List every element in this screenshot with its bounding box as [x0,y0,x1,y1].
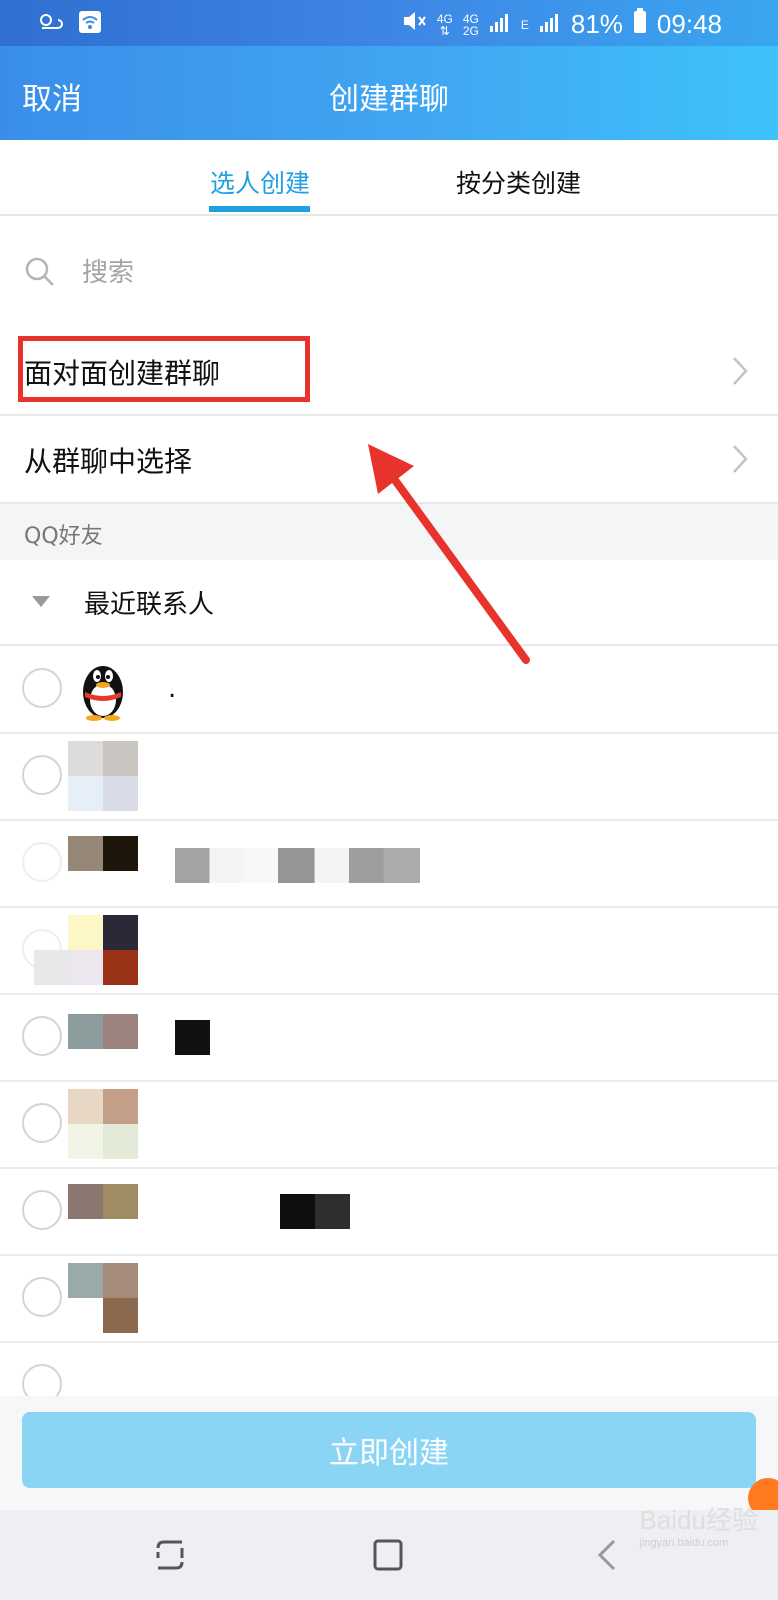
contact-row[interactable] [0,994,778,1082]
select-radio[interactable] [22,668,62,708]
select-radio[interactable] [22,1277,62,1317]
home-icon[interactable] [372,1538,404,1576]
contact-row[interactable] [0,1255,778,1343]
network-4g: 4G ⇅ [436,11,453,38]
avatar [68,1263,138,1333]
page-title: 创建群聊 [329,82,449,117]
select-radio[interactable] [22,755,62,795]
chevron-right-icon [732,356,748,390]
network-4g-2g: 4G 2G [462,11,479,38]
triangle-down-icon [32,596,50,607]
search-icon [24,256,56,292]
signal-icon-2 [539,9,561,40]
from-group-row[interactable]: 从群聊中选择 [0,416,778,504]
avatar [34,915,138,985]
app-header: 取消 创建群聊 [0,46,778,140]
bottom-bar: 立即创建 [0,1396,778,1510]
blurred-name [175,848,420,883]
chevron-right-icon [732,444,748,478]
network-e: E [520,17,529,32]
contact-row[interactable] [0,1081,778,1169]
search-bar [0,216,778,330]
recent-contacts-group[interactable]: 最近联系人 [0,560,778,646]
section-label: QQ好友 [24,524,103,549]
recent-apps-icon[interactable] [154,1538,186,1576]
battery-icon [633,8,647,41]
signal-icon [489,9,511,40]
avatar [68,1002,138,1072]
avatar [68,828,138,898]
active-tab-indicator [209,206,310,212]
highlight-box [18,336,310,402]
status-bar: 4G ⇅ 4G 2G E 81% 09:48 [0,0,778,46]
avatar [68,741,138,811]
wifi-icon [78,10,102,39]
search-input[interactable] [80,252,684,294]
select-radio[interactable] [22,1103,62,1143]
mute-icon [401,9,427,40]
contact-row[interactable]: . [0,646,778,734]
section-header: QQ好友 [0,504,778,560]
contact-row[interactable] [0,733,778,821]
penguin-avatar-icon [68,654,138,724]
tab-select-people[interactable]: 选人创建 [210,164,310,200]
select-radio[interactable] [22,842,62,882]
back-icon[interactable] [596,1538,618,1576]
avatar [68,1089,138,1159]
blurred-name [175,1020,210,1055]
contact-name: . [168,674,177,704]
baidu-watermark: Baidu经验 jingyan.baidu.com [639,1505,759,1549]
tab-by-category[interactable]: 按分类创建 [456,164,581,200]
create-button[interactable]: 立即创建 [22,1412,756,1488]
select-radio[interactable] [22,1190,62,1230]
tab-bar: 选人创建 按分类创建 [0,140,778,216]
battery-percent: 81% [570,9,623,39]
contact-row[interactable] [0,820,778,908]
clock: 09:48 [656,9,722,39]
group-label: 最近联系人 [84,590,215,620]
avatar [68,1176,138,1246]
weather-icon [36,10,64,39]
contact-row[interactable] [0,1168,778,1256]
contact-row[interactable] [0,907,778,995]
select-radio[interactable] [22,1016,62,1056]
from-group-label: 从群聊中选择 [24,445,193,478]
blurred-name [280,1194,350,1229]
